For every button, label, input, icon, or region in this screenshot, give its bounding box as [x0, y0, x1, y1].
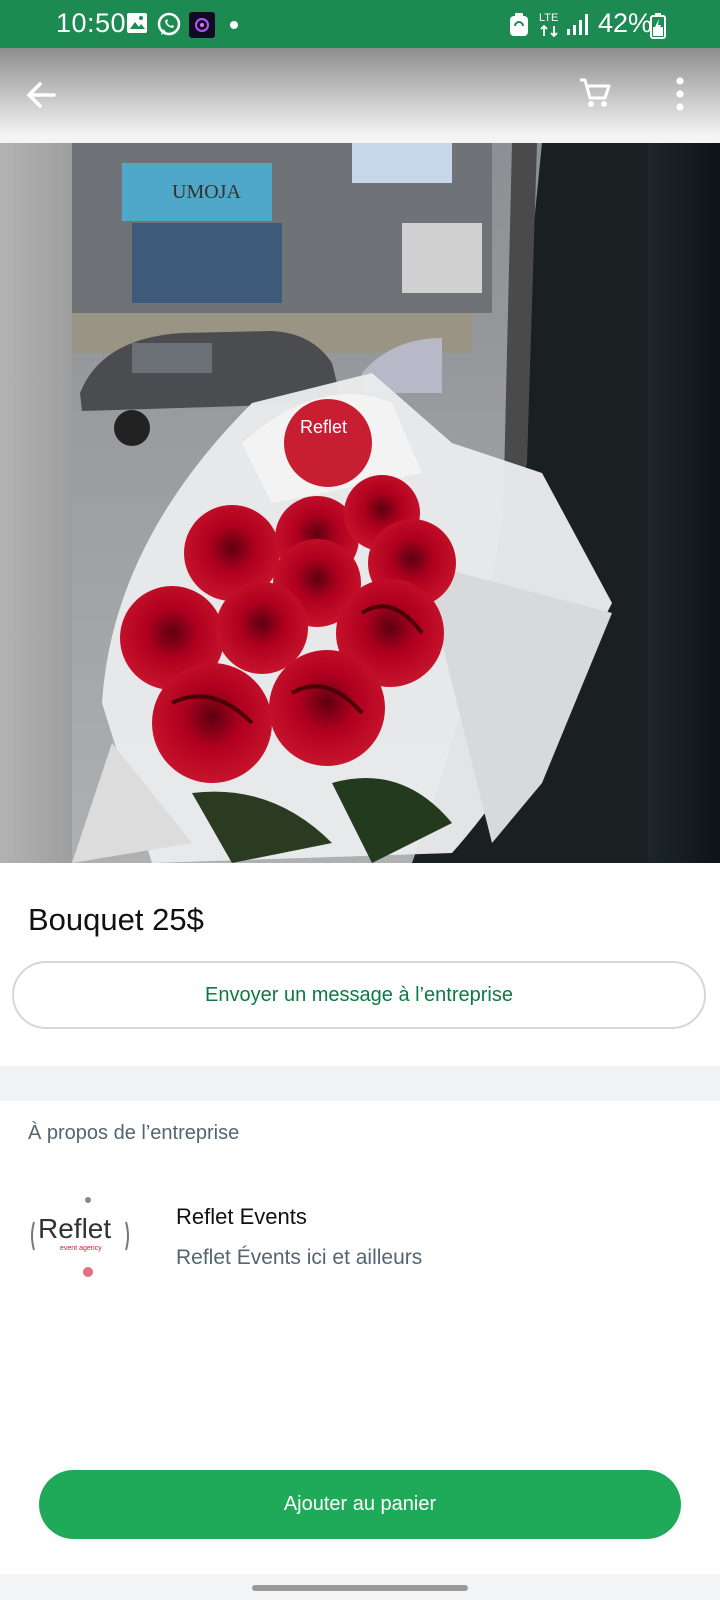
previous-image-edge [0, 143, 72, 863]
more-vert-icon[interactable] [668, 76, 692, 112]
product-photo[interactable]: UMOJA Reflet [72, 143, 648, 863]
about-business-label: À propos de l’entreprise [28, 1122, 240, 1144]
battery-saver-icon [510, 13, 528, 36]
lte-icon: LTE [539, 12, 558, 38]
cart-icon[interactable] [578, 76, 612, 110]
gallery-icon [127, 13, 147, 33]
svg-text:event agency: event agency [60, 1245, 102, 1252]
status-bar: 10:50 LTE 42% [0, 0, 720, 48]
message-business-button[interactable]: Envoyer un message à l’entreprise [12, 961, 706, 1029]
whatsapp-icon [157, 12, 181, 36]
app-bar [0, 48, 720, 143]
status-time: 10:50 [56, 8, 127, 38]
section-divider [0, 1066, 720, 1101]
svg-text:UMOJA: UMOJA [172, 181, 241, 203]
dot-icon [230, 21, 238, 29]
gesture-handle[interactable] [252, 1585, 468, 1591]
battery-icon [650, 13, 666, 39]
reflet-sticker [284, 399, 372, 487]
next-image-edge [648, 143, 720, 863]
svg-text:Reflet: Reflet [38, 1213, 111, 1244]
signal-icon [567, 14, 588, 35]
product-image-carousel[interactable]: UMOJA Reflet [0, 143, 720, 863]
svg-text:LTE: LTE [539, 12, 558, 24]
product-title: Bouquet 25$ [28, 902, 204, 937]
add-to-cart-button[interactable]: Ajouter au panier [39, 1470, 681, 1539]
svg-text:Reflet: Reflet [300, 417, 347, 437]
business-description: Reflet Évents ici et ailleurs [176, 1246, 423, 1269]
business-name[interactable]: Reflet Events [176, 1204, 307, 1230]
app-icon [189, 12, 215, 38]
battery-percentage: 42% [598, 8, 653, 38]
business-logo[interactable]: Reflet event agency [28, 1188, 132, 1284]
arrow-left-icon[interactable] [24, 78, 58, 112]
